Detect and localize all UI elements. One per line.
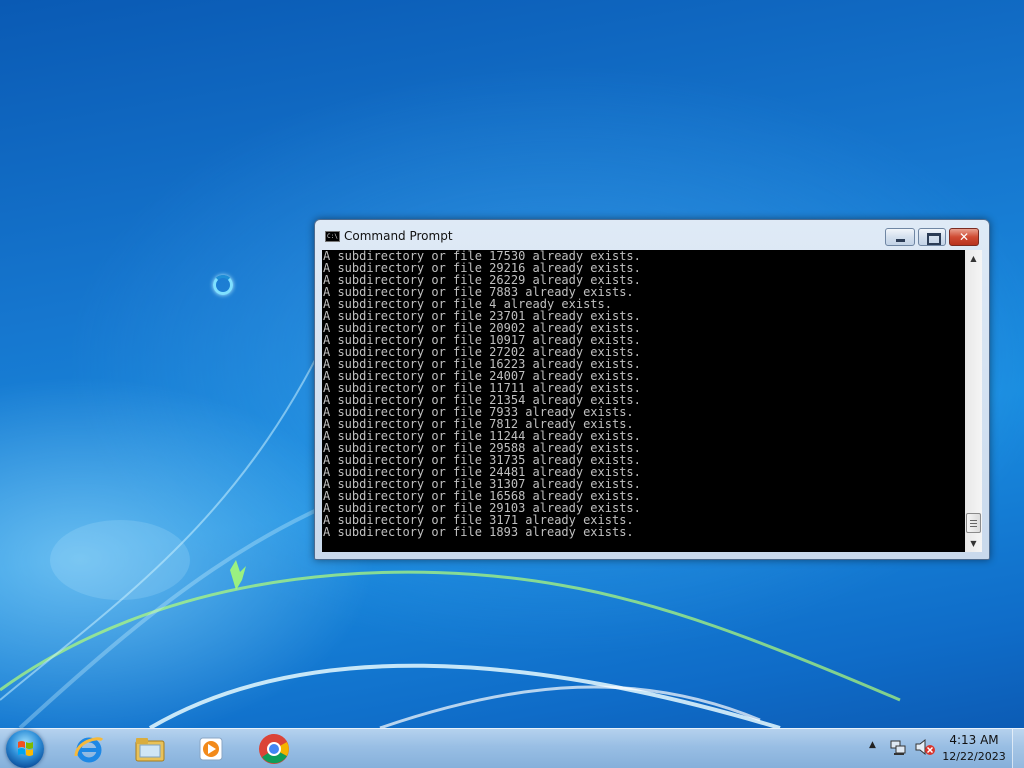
maximize-icon [927, 233, 941, 245]
scroll-down-arrow-icon[interactable]: ▼ [965, 535, 982, 552]
volume-muted-icon[interactable] [914, 738, 936, 756]
close-button[interactable]: ✕ [949, 228, 979, 246]
chrome-icon[interactable] [257, 732, 291, 766]
clock-date[interactable]: 12/22/2023 [940, 750, 1008, 763]
grip-line [970, 526, 977, 527]
console-output-area[interactable]: A subdirectory or file 17530 already exi… [322, 250, 965, 552]
network-icon[interactable] [889, 738, 907, 756]
minimize-button[interactable] [885, 228, 915, 246]
scroll-up-arrow-icon[interactable]: ▲ [965, 250, 982, 267]
minimize-icon [896, 239, 905, 242]
busy-cursor-icon [213, 275, 233, 295]
close-icon: ✕ [958, 230, 970, 244]
windows-logo-icon [18, 741, 33, 756]
title-bar[interactable]: C:\ Command Prompt ✕ [315, 220, 989, 250]
clock-time[interactable]: 4:13 AM [944, 733, 1004, 747]
media-player-icon[interactable] [195, 732, 229, 766]
grip-line [970, 523, 977, 524]
internet-explorer-icon[interactable] [72, 732, 106, 766]
window-title: Command Prompt [344, 229, 453, 243]
grip-line [970, 520, 977, 521]
command-prompt-icon: C:\ [325, 231, 340, 242]
show-hidden-icons-chevron-icon[interactable]: ▲ [869, 740, 876, 750]
command-prompt-window[interactable]: C:\ Command Prompt ✕ A subdirectory or f… [314, 219, 990, 560]
console-text: A subdirectory or file 17530 already exi… [322, 250, 965, 538]
taskbar: ▲ 4:13 AM 12/22/2023 [0, 728, 1024, 768]
windows-explorer-icon[interactable] [133, 732, 167, 766]
console-line: A subdirectory or file 1893 already exis… [323, 525, 634, 539]
show-desktop-button[interactable] [1012, 729, 1024, 768]
scrollbar-thumb[interactable] [966, 513, 981, 533]
vertical-scrollbar[interactable]: ▲ ▼ [965, 250, 982, 552]
start-button[interactable] [6, 730, 44, 768]
maximize-button[interactable] [918, 228, 946, 246]
